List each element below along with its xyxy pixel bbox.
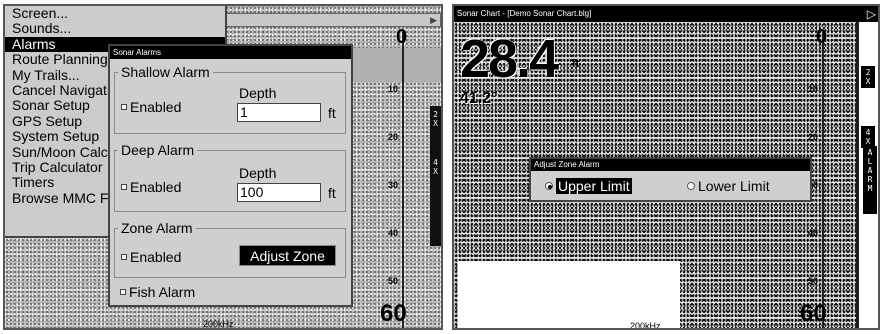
dialog-title: Sonar Alarms xyxy=(110,46,351,59)
deep-unit: ft xyxy=(328,185,336,201)
shallow-depth-input[interactable]: 1 xyxy=(237,103,321,122)
sonar-alarms-dialog: Sonar Alarms Shallow Alarm Enabled Depth… xyxy=(108,44,353,307)
scale-tick-30: 30 xyxy=(388,180,399,190)
zoom-4x-badge[interactable]: 4X xyxy=(861,126,875,148)
upper-limit-radio[interactable]: Upper Limit xyxy=(545,178,632,194)
zoom-badges: 2 X 4 X xyxy=(430,106,441,246)
menu-item-sounds[interactable]: Sounds... xyxy=(5,21,225,36)
shallow-enabled-checkbox[interactable]: Enabled xyxy=(121,99,181,115)
scale-tick-50: 50 xyxy=(808,276,819,286)
scroll-right-arrow-icon[interactable]: ▷ xyxy=(867,6,876,22)
zoom-2x-badge[interactable]: 2X xyxy=(861,66,875,88)
shallow-alarm-group: Shallow Alarm Enabled Depth 1 ft xyxy=(114,64,346,134)
checkbox-icon xyxy=(121,184,127,190)
deep-enabled-checkbox[interactable]: Enabled xyxy=(121,179,181,195)
scale-bottom-label: 60 xyxy=(800,300,827,327)
zone-enabled-checkbox[interactable]: Enabled xyxy=(121,249,181,265)
scale-tick-40: 40 xyxy=(388,228,399,238)
depth-scale: 0 10 20 30 40 50 60 xyxy=(380,26,420,328)
checkbox-icon xyxy=(120,289,126,295)
blank-area xyxy=(458,261,680,328)
shallow-unit: ft xyxy=(328,105,336,121)
left-title-bar: ▶ xyxy=(225,13,441,27)
scale-tick-20: 20 xyxy=(808,132,819,142)
frequency-label: 200kHz xyxy=(630,321,661,330)
zoom-sidebar: 2X 4X A L A R M xyxy=(858,22,878,328)
checkbox-icon xyxy=(121,254,127,260)
scale-tick-40: 40 xyxy=(808,228,819,238)
scale-tick-10: 10 xyxy=(388,84,399,94)
zone-alarm-title: Zone Alarm xyxy=(118,220,196,236)
frequency-label: 200kHz xyxy=(203,319,234,329)
deep-depth-label: Depth xyxy=(239,165,277,181)
water-temperature: 41.2° xyxy=(460,90,498,107)
scale-bottom-label: 60 xyxy=(380,300,407,327)
scroll-right-arrow-icon[interactable]: ▶ xyxy=(430,15,437,26)
scale-top-label: 0 xyxy=(816,26,828,48)
checkbox-icon xyxy=(121,104,127,110)
scale-tick-20: 20 xyxy=(388,132,399,142)
left-screen: ▶ 0 10 20 30 40 50 60 2 X 4 X 200kHz Scr… xyxy=(3,4,443,330)
fish-alarm-checkbox[interactable]: Fish Alarm xyxy=(120,284,195,300)
deep-alarm-group: Deep Alarm Enabled Depth 100 ft xyxy=(114,142,346,212)
window-title: Sonar Chart - [Demo Sonar Chart.blg] xyxy=(457,9,592,18)
deep-alarm-title: Deep Alarm xyxy=(118,142,198,158)
adjust-zone-button[interactable]: Adjust Zone xyxy=(239,245,336,266)
sonar-chart-title-bar: Sonar Chart - [Demo Sonar Chart.blg] ▷ xyxy=(454,6,878,22)
scale-tick-50: 50 xyxy=(388,276,399,286)
deep-depth-input[interactable]: 100 xyxy=(237,183,321,202)
shallow-alarm-title: Shallow Alarm xyxy=(118,64,213,80)
scale-tick-10: 10 xyxy=(808,84,819,94)
adjust-zone-alarm-dialog: Adjust Zone Alarm Upper Limit Lower Limi… xyxy=(529,157,812,202)
depth-unit: ft xyxy=(572,58,580,70)
lower-limit-radio[interactable]: Lower Limit xyxy=(687,178,770,194)
radio-selected-icon xyxy=(545,182,553,190)
scale-top-label: 0 xyxy=(396,26,408,48)
menu-item-screen[interactable]: Screen... xyxy=(5,6,225,21)
depth-scale: 0 10 20 30 40 50 60 xyxy=(800,26,840,328)
right-screen: Sonar Chart - [Demo Sonar Chart.blg] ▷ 2… xyxy=(452,4,880,330)
zone-alarm-group: Zone Alarm Enabled Adjust Zone xyxy=(114,220,346,278)
radio-unselected-icon xyxy=(687,182,695,190)
alarm-indicator: A L A R M xyxy=(863,146,877,214)
digital-depth-readout: 28.4 xyxy=(460,29,559,89)
shallow-depth-label: Depth xyxy=(239,85,277,101)
dialog-title: Adjust Zone Alarm xyxy=(531,159,810,171)
